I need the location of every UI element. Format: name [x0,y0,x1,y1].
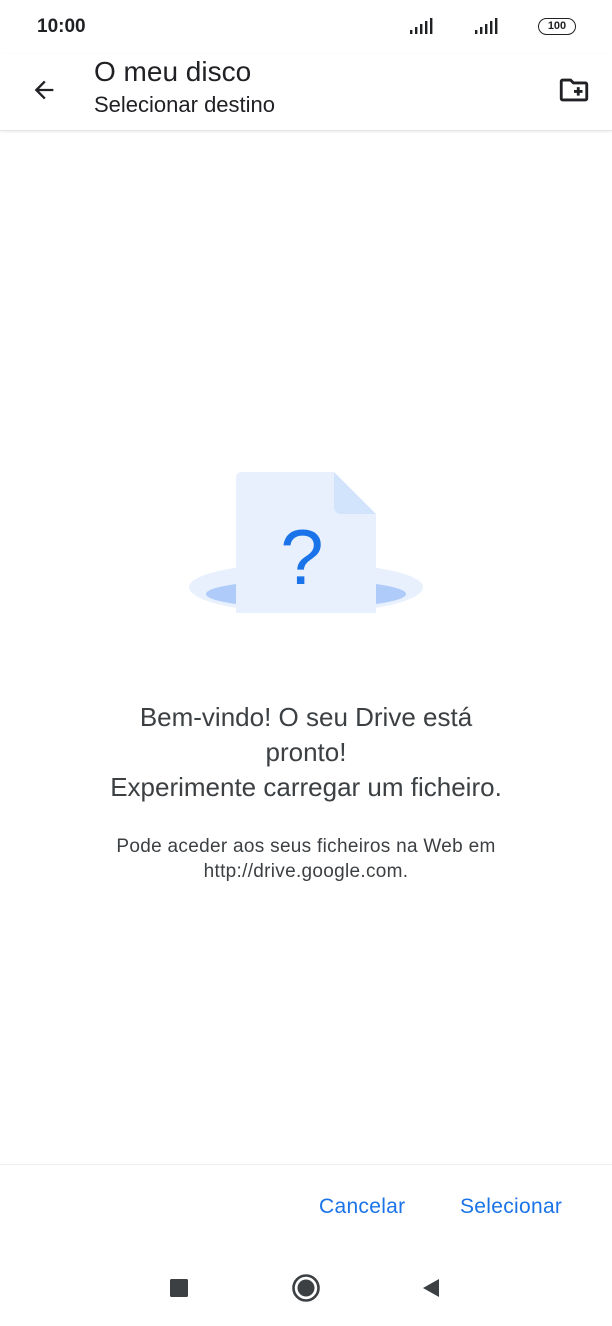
system-nav-bar [0,1253,612,1326]
back-button[interactable] [22,68,66,112]
screen: 10:00 100 O meu disco Selecionar destino [0,0,612,1326]
welcome-message: Bem-vindo! O seu Drive está pronto! Expe… [56,700,556,805]
welcome-line: Experimente carregar um ficheiro. [110,772,502,802]
question-mark-glyph: ? [280,513,323,601]
signal-icon [475,18,498,34]
app-bar: O meu disco Selecionar destino [0,54,612,131]
home-button[interactable] [289,1271,323,1305]
cancel-button[interactable]: Cancelar [319,1195,405,1219]
web-access-hint: Pode aceder aos seus ficheiros na Web em… [56,834,556,884]
new-folder-icon [559,78,589,102]
welcome-line: Bem-vindo! O seu Drive está [139,702,473,732]
arrow-back-icon [34,80,54,100]
hint-line: http://drive.google.com. [203,861,409,882]
unknown-file-icon: ? [189,472,423,613]
status-bar: 10:00 100 [0,0,612,54]
home-circle-icon [292,1274,320,1302]
recents-square-icon [170,1279,188,1297]
action-bar: Cancelar Selecionar [0,1164,612,1254]
page-subtitle: Selecionar destino [94,92,276,117]
new-folder-button[interactable] [552,68,596,112]
battery-icon: 100 [538,18,576,35]
battery-level: 100 [547,20,567,32]
welcome-line: pronto! [265,737,347,767]
page-title: O meu disco [94,56,252,87]
nav-back-button[interactable] [414,1271,448,1305]
back-triangle-icon [423,1279,439,1297]
status-time: 10:00 [37,16,86,37]
recents-button[interactable] [162,1271,196,1305]
select-button[interactable]: Selecionar [460,1195,562,1219]
hint-line: Pode aceder aos seus ficheiros na Web em [116,836,496,857]
signal-icon [410,18,433,34]
